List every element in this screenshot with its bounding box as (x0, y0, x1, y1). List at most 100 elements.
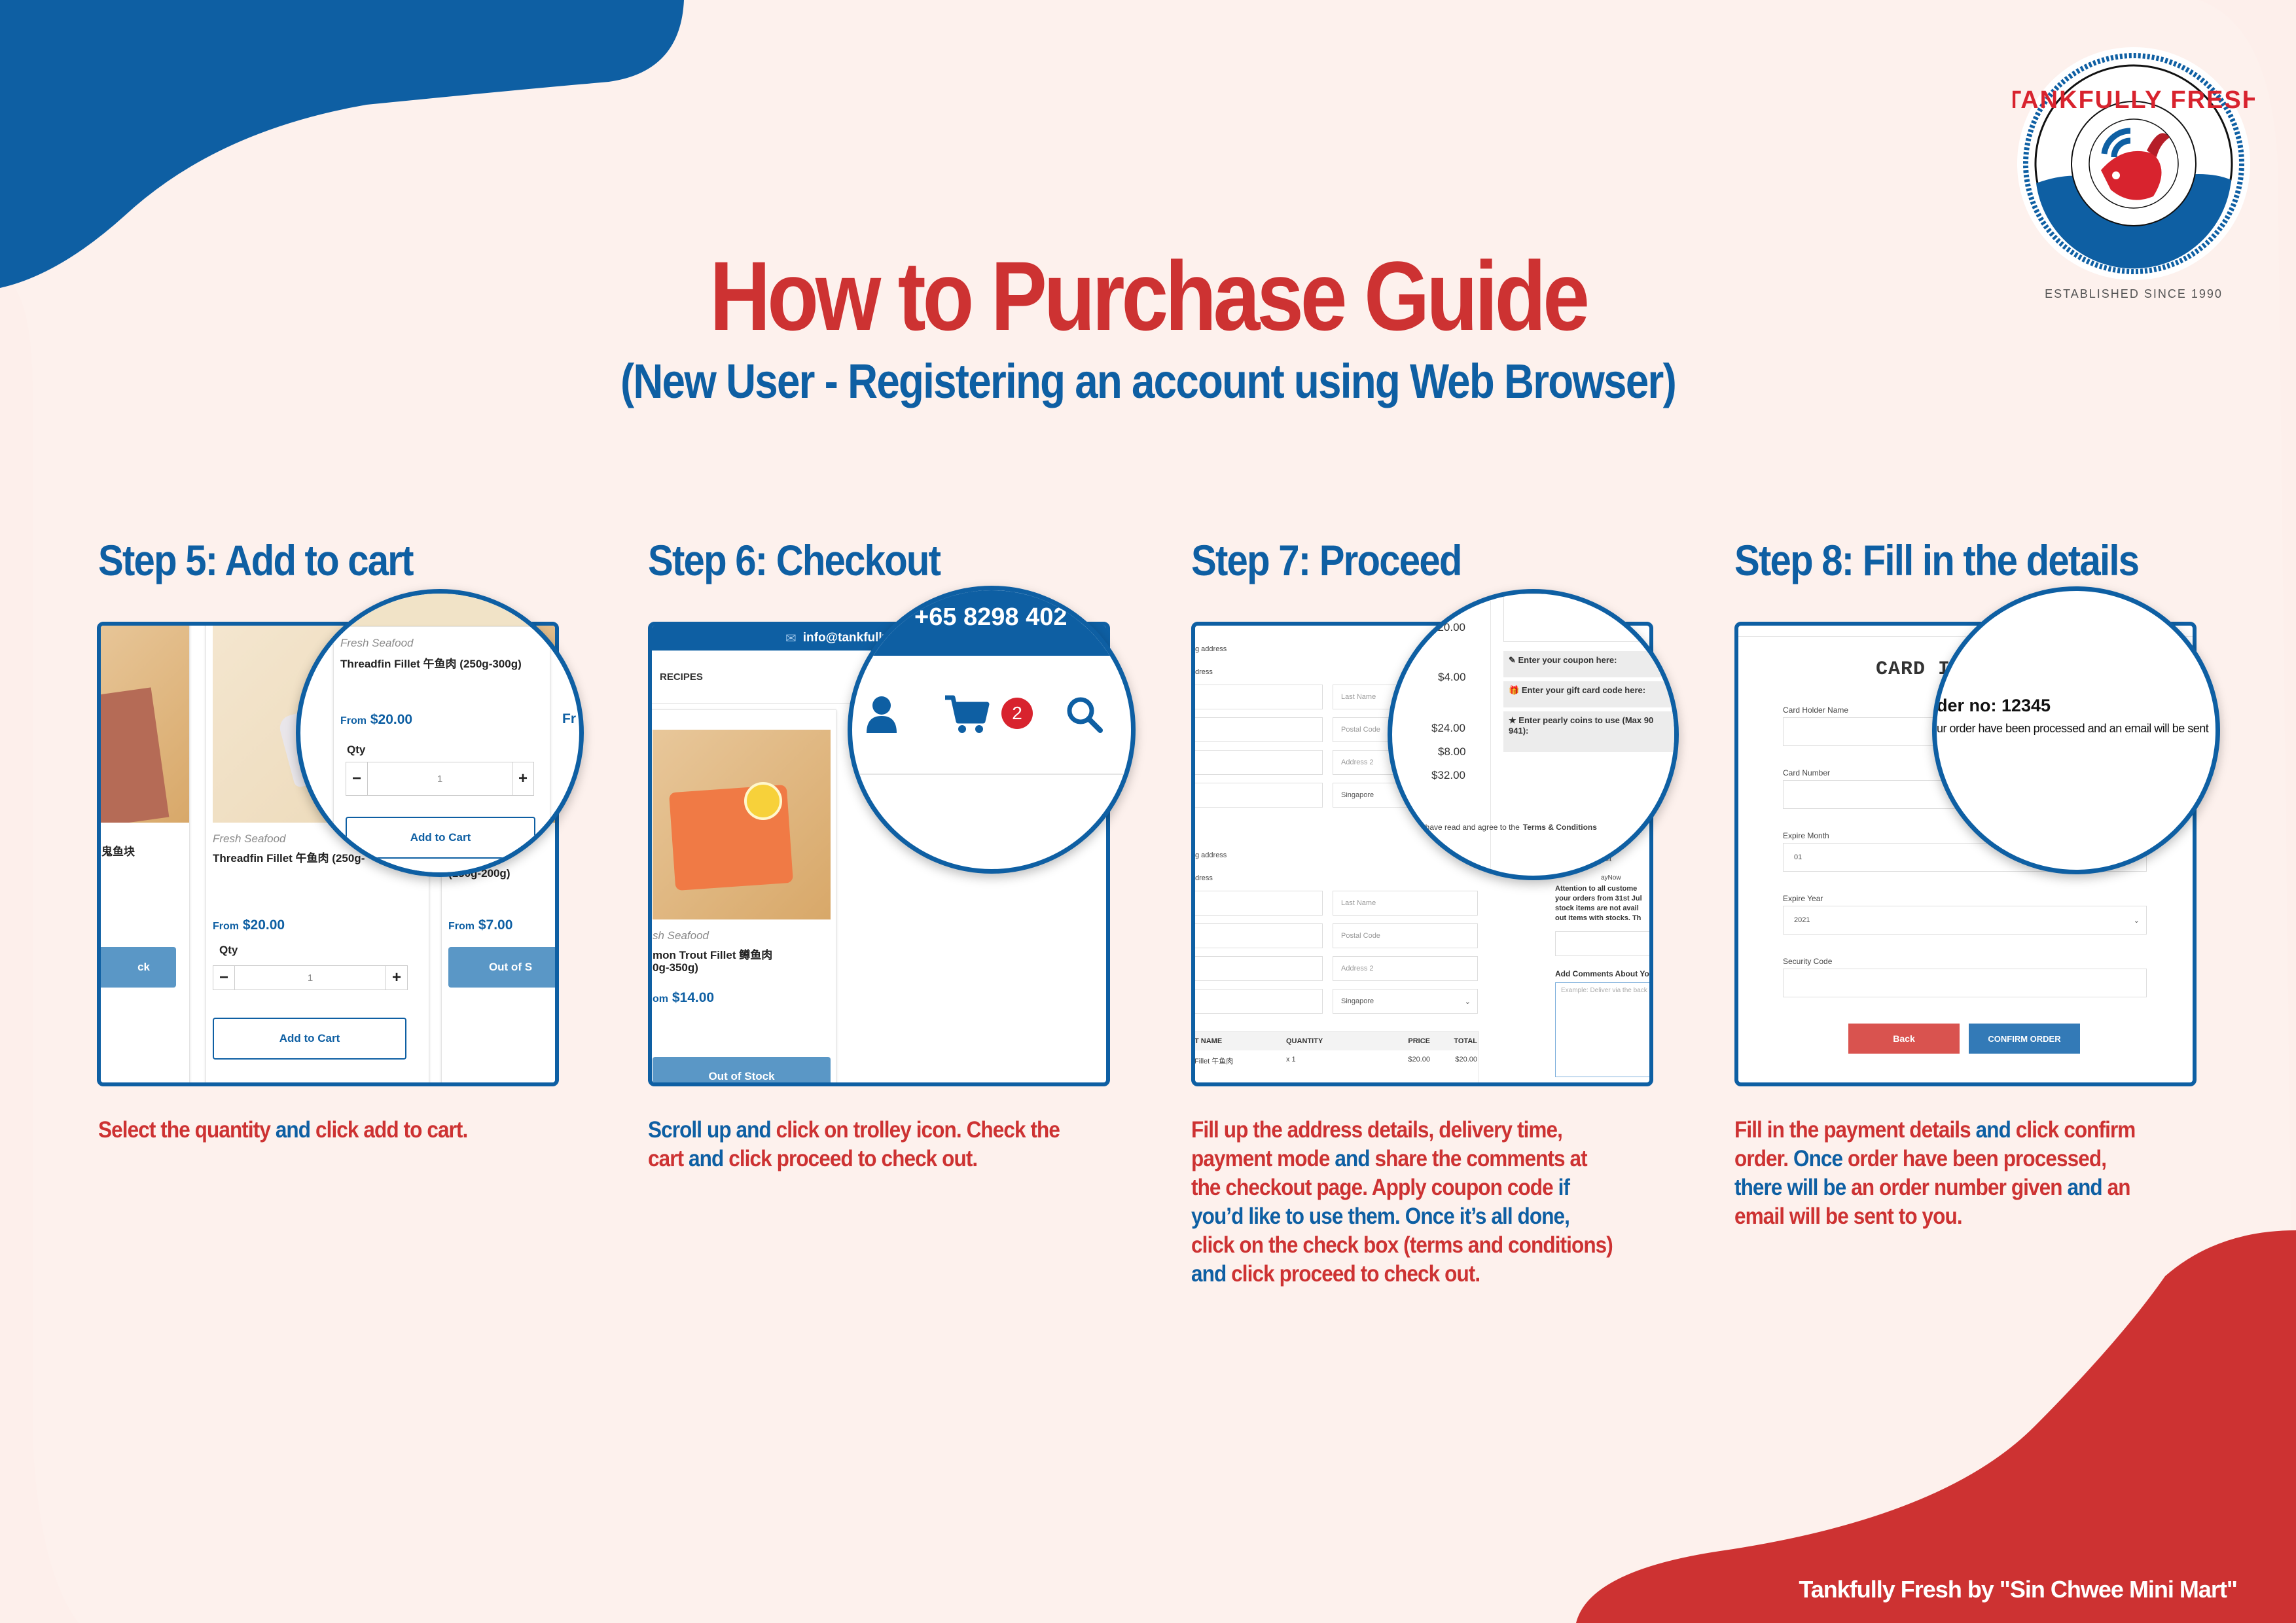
cart-count-badge: 2 (1001, 698, 1033, 729)
attention-line: stock items are not avail (1555, 904, 1639, 912)
back-button[interactable]: Back (1848, 1024, 1960, 1054)
col-total: TOTAL (1454, 1037, 1477, 1045)
gift-card-toggle[interactable]: 🎁 Enter your gift card code here: (1503, 681, 1674, 707)
product-card-left: 鬼鱼块 ck (101, 626, 190, 1082)
address-field[interactable] (1195, 717, 1323, 742)
shipping-address-label: g address (1195, 851, 1227, 859)
logo-tagline: ESTABLISHED SINCE 1990 (2045, 287, 2223, 300)
shopping-cart-icon[interactable] (944, 694, 990, 736)
step-6-heading: Step 6: Checkout (648, 536, 941, 584)
subtotal-amount: $20.00 (1431, 621, 1465, 633)
description-segment: click on the check box (terms and condit… (1191, 1232, 1613, 1258)
shipping-last-name-field[interactable]: Last Name (1333, 891, 1478, 916)
expire-month-value: 01 (1794, 853, 1803, 861)
gift-icon: 🎁 (1509, 685, 1522, 695)
out-of-stock-button[interactable]: Out of Stock (653, 1057, 831, 1082)
expire-month-label: Expire Month (1783, 831, 1829, 840)
product-weight: 0g-350g) (653, 961, 698, 974)
col-price: PRICE (1408, 1037, 1430, 1045)
qty-increment-button[interactable]: + (386, 966, 407, 990)
star-icon: ★ (1509, 715, 1519, 725)
step-7-magnifier: $20.00 $4.00 $24.00 $8.00 $32.00 ✎ Enter… (1388, 589, 1679, 880)
product-category: Fresh Seafood (213, 832, 286, 845)
confirm-order-button[interactable]: CONFIRM ORDER (1969, 1024, 2080, 1054)
order-table: T NAME QUANTITY PRICE TOTAL Fillet 午鱼肉 x… (1195, 1031, 1479, 1082)
shipping-address-2-field[interactable]: Address 2 (1333, 956, 1478, 981)
quantity-stepper[interactable]: − 1 + (213, 965, 408, 990)
qty-increment-button[interactable]: + (512, 762, 533, 795)
address-1-field[interactable] (1195, 750, 1323, 775)
security-code-input[interactable] (1783, 969, 2147, 997)
expire-year-select[interactable]: 2021 ⌄ (1783, 906, 2147, 935)
description-segment: and (1191, 1261, 1232, 1287)
order-number: der no: 12345 (1937, 696, 2051, 715)
mail-icon: ✉ (785, 631, 797, 646)
shipping-postal-code-field[interactable]: Postal Code (1333, 923, 1478, 948)
description-segment: and (2067, 1175, 2108, 1200)
step-7-description: Fill up the address details, delivery ti… (1191, 1116, 1615, 1289)
out-of-stock-button[interactable]: ck (101, 947, 176, 988)
search-icon[interactable] (1065, 695, 1104, 734)
shipping-phone-field[interactable] (1195, 989, 1323, 1014)
qty-decrement-button[interactable]: − (213, 966, 234, 990)
expire-year-label: Expire Year (1783, 894, 1823, 903)
pearly-coins-toggle[interactable]: ★ Enter pearly coins to use (Max 90 941): (1503, 711, 1674, 752)
address-label-2: dress (1195, 874, 1213, 882)
description-segment: click add to cart. (315, 1117, 468, 1143)
row-price: $20.00 (1408, 1056, 1430, 1063)
shipping-first-name-field[interactable] (1195, 891, 1323, 916)
first-name-field[interactable] (1195, 685, 1323, 709)
shipping-address-field[interactable] (1195, 923, 1323, 948)
step-5-heading: Step 5: Add to cart (98, 536, 414, 584)
user-account-icon[interactable] (865, 695, 898, 734)
product-price: $20.00 (370, 712, 413, 727)
product-price: $7.00 (478, 918, 513, 933)
shipping-address-1-field[interactable] (1195, 956, 1323, 981)
terms-link[interactable]: Terms & Conditions (1523, 823, 1597, 832)
attention-line: out items with stocks. Th (1555, 914, 1641, 922)
col-quantity: QUANTITY (1286, 1037, 1323, 1045)
out-of-stock-button[interactable]: Out of S (448, 947, 555, 988)
nav-recipes[interactable]: RECIPES (660, 671, 703, 683)
description-segment: and (1335, 1146, 1375, 1171)
qty-input[interactable]: 1 (234, 966, 386, 990)
card-number-label: Card Number (1783, 768, 1831, 777)
total-amount: $32.00 (1431, 769, 1465, 781)
description-segment: Select the quantity (98, 1117, 276, 1143)
phone-field[interactable] (1195, 783, 1323, 808)
qty-input[interactable]: 1 (367, 762, 512, 795)
qty-decrement-button[interactable]: − (346, 762, 367, 795)
product-category: Fresh Seafood (340, 637, 414, 649)
payment-option-paynow[interactable]: ayNow (1601, 874, 1621, 882)
pearly-coins-label: Enter pearly coins to use (Max 90 (1518, 715, 1654, 725)
row-total: $20.00 (1455, 1056, 1477, 1063)
step-8-description: Fill in the payment details and click co… (1734, 1116, 2159, 1231)
description-segment: an order number given (1851, 1175, 2068, 1200)
comments-textarea[interactable]: Example: Deliver via the back (1555, 982, 1649, 1077)
product-name: mon Trout Fillet 鳟鱼肉 (653, 949, 773, 961)
contact-phone[interactable]: +65 8298 402 (914, 603, 1067, 632)
terms-checkbox[interactable]: ✓ (1408, 823, 1418, 832)
add-to-cart-button[interactable]: Add to Cart (213, 1018, 406, 1060)
ticket-icon: ✎ (1509, 655, 1518, 665)
add-to-cart-button[interactable]: Add to Cart (346, 817, 535, 859)
price-prefix: From (213, 921, 239, 932)
row-quantity: x 1 (1286, 1056, 1296, 1063)
chevron-down-icon: ⌄ (2133, 916, 2140, 925)
shipping-country-select[interactable]: Singapore ⌄ (1333, 989, 1478, 1014)
coupon-toggle[interactable]: ✎ Enter your coupon here: (1503, 651, 1674, 677)
description-segment: click proceed to check out. (728, 1146, 978, 1171)
product-price: $20.00 (242, 918, 285, 933)
edge-price-text: Fr (562, 711, 576, 726)
delivery-time-field[interactable] (1555, 931, 1649, 956)
step-5-description: Select the quantity and click add to car… (98, 1116, 522, 1145)
qty-label: Qty (347, 743, 366, 756)
description-segment: and (689, 1146, 729, 1171)
description-segment: Scroll up and (648, 1117, 776, 1143)
step-6-description: Scroll up and click on trolley icon. Che… (648, 1116, 1072, 1173)
magnified-product-card: Fresh Seafood Threadfin Fillet 午鱼肉 (250g… (333, 626, 550, 872)
expire-year-value: 2021 (1794, 916, 1810, 924)
product-image (653, 730, 831, 919)
quantity-stepper[interactable]: − 1 + (346, 762, 534, 796)
terms-checkbox-row[interactable]: ✓ I have read and agree to the Terms & C… (1408, 823, 1597, 832)
